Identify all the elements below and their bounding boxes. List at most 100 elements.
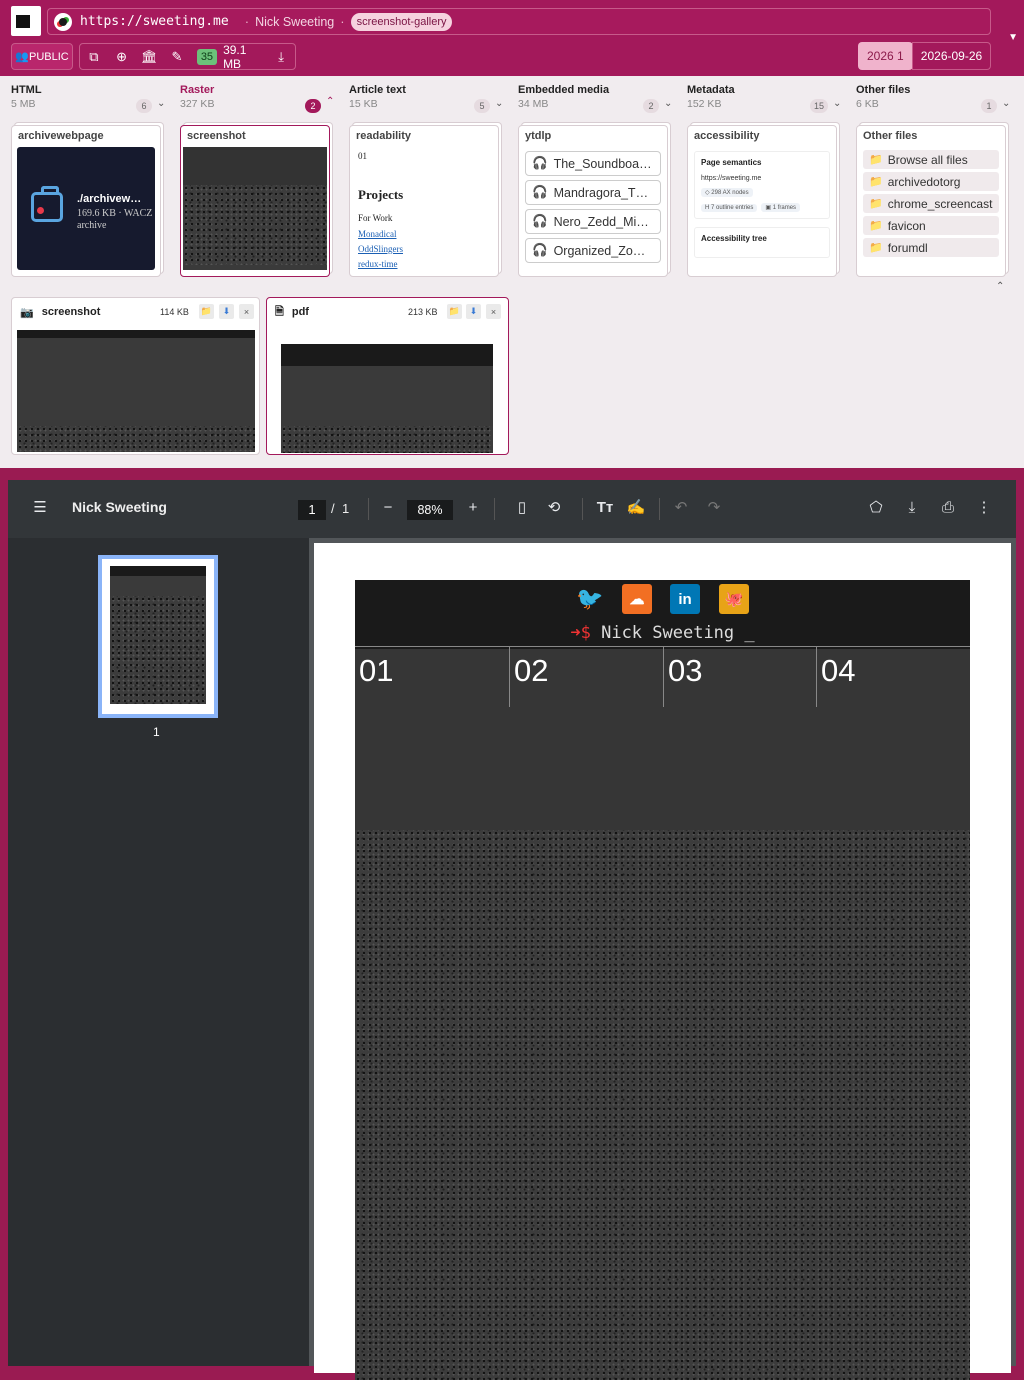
- collapse-caret-icon[interactable]: ▼: [1008, 32, 1018, 43]
- readability-heading: Projects: [358, 187, 404, 202]
- media-item[interactable]: 🎧 Mandragora_T…: [525, 180, 661, 205]
- page-thumbnail[interactable]: [98, 555, 218, 718]
- readability-link[interactable]: Monadical: [358, 229, 490, 239]
- card-screenshot[interactable]: screenshot: [180, 125, 330, 277]
- page-url: https://sweeting.me: [701, 175, 762, 182]
- divider: [582, 498, 583, 520]
- draw-icon[interactable]: ✍: [625, 497, 647, 519]
- archive-type: archive: [77, 220, 107, 231]
- save-annotations-icon[interactable]: ⬠: [865, 497, 887, 519]
- copy-icon[interactable]: ⧉: [80, 44, 108, 69]
- readability-preview: 01 Projects For Work Monadical OddSlinge…: [350, 147, 498, 270]
- rotate-icon[interactable]: ⟲: [543, 497, 565, 519]
- thumbnail-sidebar: 1: [8, 538, 309, 1366]
- card-title: ytdlp: [525, 130, 552, 142]
- preview-size: 114 KB: [160, 307, 189, 317]
- file-item[interactable]: 📁 archivedotorg: [863, 172, 999, 191]
- card-archivewebpage[interactable]: archivewebpage ./archivew… 169.6 KB · WA…: [11, 125, 161, 277]
- preview-size: 213 KB: [408, 307, 438, 317]
- zoom-in-icon[interactable]: +: [462, 497, 484, 519]
- url-bar[interactable]: https://sweeting.me · Nick Sweeting · sc…: [47, 8, 991, 35]
- tag-badge[interactable]: screenshot-gallery: [350, 12, 453, 31]
- soundcloud-icon[interactable]: ☁: [622, 584, 652, 614]
- print-icon[interactable]: ⎙: [937, 497, 959, 519]
- download-icon[interactable]: ⬇: [466, 304, 481, 319]
- edit-icon[interactable]: ✎: [163, 44, 191, 69]
- redo-icon[interactable]: ↷: [703, 497, 725, 519]
- noise-background: [355, 830, 970, 1380]
- github-icon[interactable]: 🐙: [719, 584, 749, 614]
- page-number-input[interactable]: 1: [298, 500, 326, 520]
- app-logo-icon[interactable]: [11, 6, 41, 36]
- close-icon[interactable]: ×: [239, 304, 254, 319]
- tab-03[interactable]: 03: [663, 647, 702, 707]
- pdf-image: [281, 344, 493, 453]
- chevron-down-icon[interactable]: ⌄: [1002, 98, 1010, 109]
- preview-screenshot[interactable]: 📷 screenshot 114 KB 📁 ⬇ ×: [11, 297, 260, 455]
- file-count-badge: 35: [196, 48, 218, 65]
- file-item[interactable]: 📁 Browse all files: [863, 150, 999, 169]
- media-item[interactable]: 🎧 The_Soundboa…: [525, 151, 661, 176]
- file-item[interactable]: 📁 chrome_screencast: [863, 194, 999, 213]
- fit-page-icon[interactable]: ▯: [511, 497, 533, 519]
- snapshot-url[interactable]: https://sweeting.me: [80, 14, 229, 29]
- undo-icon[interactable]: ↶: [670, 497, 692, 519]
- folder-icon[interactable]: 📁: [199, 304, 214, 319]
- year-count: 1: [897, 49, 904, 63]
- file-item[interactable]: 📁 favicon: [863, 216, 999, 235]
- chevron-down-icon[interactable]: ⌄: [664, 98, 672, 109]
- globe-icon[interactable]: ⊕: [108, 44, 136, 69]
- card-accessibility[interactable]: accessibility Page semantics https://swe…: [687, 125, 837, 277]
- year-filter[interactable]: 2026 1: [858, 42, 913, 70]
- file-item[interactable]: 📁 forumdl: [863, 238, 999, 257]
- more-options-icon[interactable]: ⋮: [973, 497, 995, 519]
- preview-pdf[interactable]: 🗎 pdf 213 KB 📁 ⬇ ×: [266, 297, 509, 455]
- linkedin-icon[interactable]: in: [670, 584, 700, 614]
- archive-header: https://sweeting.me · Nick Sweeting · sc…: [0, 0, 1024, 76]
- archive-org-icon[interactable]: 🏛: [135, 44, 163, 69]
- total-size: 39.1 MB: [223, 42, 247, 71]
- readability-number: 01: [358, 151, 367, 161]
- card-ytdlp[interactable]: ytdlp 🎧 The_Soundboa… 🎧 Mandragora_T… 🎧 Ner…: [518, 125, 668, 277]
- card-readability[interactable]: readability 01 Projects For Work Monadic…: [349, 125, 499, 277]
- document-title: Nick Sweeting: [72, 499, 167, 515]
- count-badge: 2: [643, 99, 659, 113]
- column-title: HTML: [11, 84, 42, 96]
- download-icon[interactable]: ⬇: [219, 304, 234, 319]
- close-icon[interactable]: ×: [486, 304, 501, 319]
- readability-link[interactable]: OddSlingers: [358, 244, 490, 254]
- download-icon[interactable]: ⤓: [901, 497, 923, 519]
- zoom-input[interactable]: 88%: [407, 500, 453, 520]
- download-icon[interactable]: ⤓: [267, 44, 295, 69]
- snapshot-date[interactable]: 2026-09-26: [912, 42, 991, 70]
- pdf-toolbar: ☰ Nick Sweeting 1 / 1 − 88% + ▯ ⟲ Tт ✍ ↶…: [8, 480, 1016, 538]
- headphones-icon: 🎧: [532, 214, 548, 228]
- card-other-files[interactable]: Other files 📁 Browse all files 📁 archivedo…: [856, 125, 1006, 277]
- screenshot-thumbnail: [183, 147, 327, 270]
- media-item[interactable]: 🎧 Organized_Zo…: [525, 238, 661, 263]
- chevron-down-icon[interactable]: ⌄: [495, 98, 503, 109]
- separator-dot: ·: [340, 14, 345, 29]
- preview-title: screenshot: [41, 306, 101, 318]
- count-badge: 5: [474, 99, 490, 113]
- media-item[interactable]: 🎧 Nero_Zedd_Mi…: [525, 209, 661, 234]
- tab-02[interactable]: 02: [509, 647, 548, 707]
- chevron-down-icon[interactable]: ⌄: [157, 98, 165, 109]
- tab-04[interactable]: 04: [816, 647, 855, 707]
- outputs-panel: HTML 5 MB 6 ⌄ Raster 327 KB 2 ⌃ Article text…: [0, 76, 1024, 468]
- text-annotate-icon[interactable]: Tт: [594, 497, 616, 519]
- ax-nodes-chip: ◇ 298 AX nodes: [701, 188, 753, 197]
- menu-icon[interactable]: ☰: [29, 497, 51, 519]
- archive-meta: 169.6 KB · WACZ: [77, 208, 153, 219]
- tab-01[interactable]: 01: [355, 647, 393, 707]
- folder-icon: 📁: [869, 220, 883, 232]
- chevron-up-icon[interactable]: ⌃: [326, 96, 334, 107]
- readability-link[interactable]: redux-time: [358, 259, 490, 269]
- page-separator: /: [331, 501, 335, 516]
- zoom-out-icon[interactable]: −: [377, 497, 399, 519]
- chevron-down-icon[interactable]: ⌄: [833, 98, 841, 109]
- collapse-chevron-icon[interactable]: ⌃: [996, 281, 1004, 292]
- twitter-icon[interactable]: 🐦: [575, 584, 605, 614]
- public-button[interactable]: 👥PUBLIC: [11, 43, 73, 70]
- folder-icon[interactable]: 📁: [447, 304, 462, 319]
